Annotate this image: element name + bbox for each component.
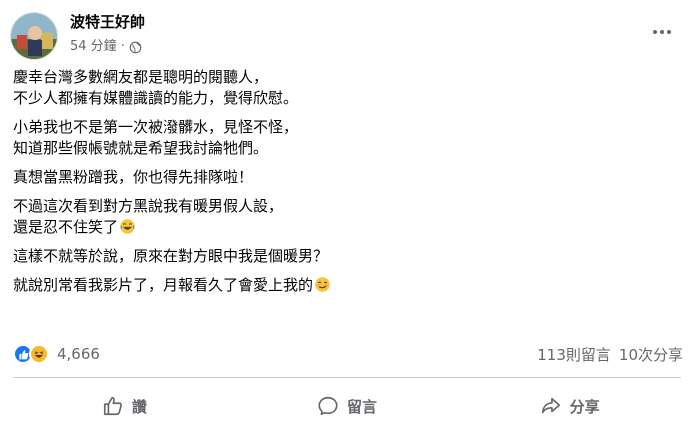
paragraph: 不過這次看到對方黑說我有暖男假人設， 還是忍不住笑了 [13, 196, 673, 238]
paragraph: 就說別常看我影片了，月報看久了會愛上我的 [13, 275, 673, 296]
comment-count[interactable]: 113則留言 [537, 344, 611, 365]
text-line: 小弟我也不是第一次被潑髒水，見怪不怪， [13, 118, 299, 136]
like-label: 讚 [131, 397, 147, 416]
share-button[interactable]: 分享 [458, 386, 681, 426]
tears-of-joy-emoji-icon [120, 219, 135, 234]
comment-label: 留言 [347, 397, 378, 416]
text-line: 這樣不就等於說，原來在對方眼中我是個暖男？ [13, 247, 329, 265]
text-line: 還是忍不住笑了 [13, 218, 119, 236]
text-line: 不少人都擁有媒體識讀的能力，覺得欣慰。 [13, 89, 299, 107]
comment-bubble-icon [318, 396, 338, 416]
more-dot-icon [660, 30, 664, 34]
text-line: 真想當黑粉蹭我，你也得先排隊啦！ [13, 168, 254, 186]
post-action-bar: 讚 留言 分享 [13, 386, 681, 426]
paragraph: 小弟我也不是第一次被潑髒水，見怪不怪， 知道那些假帳號就是希望我討論牠們。 [13, 117, 673, 159]
more-dot-icon [653, 30, 657, 34]
text-line-with-emoji: 就說別常看我影片了，月報看久了會愛上我的 [13, 275, 673, 296]
author-avatar[interactable] [10, 12, 58, 60]
haha-reaction-icon [29, 344, 49, 364]
paragraph: 真想當黑粉蹭我，你也得先排隊啦！ [13, 167, 673, 188]
share-label: 分享 [569, 397, 600, 416]
engagement-counts: 113則留言 10次分享 [537, 344, 683, 365]
text-line: 慶幸台灣多數網友都是聰明的閱聽人， [13, 68, 269, 86]
comment-button[interactable]: 留言 [236, 386, 459, 426]
post-text: 慶幸台灣多數網友都是聰明的閱聽人， 不少人都擁有媒體識讀的能力，覺得欣慰。 小弟… [13, 67, 673, 304]
share-count[interactable]: 10次分享 [619, 344, 683, 365]
reaction-summary[interactable]: 4,666 [13, 344, 100, 364]
globe-icon[interactable] [129, 41, 142, 54]
like-button[interactable]: 讚 [13, 386, 236, 426]
share-arrow-icon [541, 397, 560, 414]
text-line-with-emoji: 還是忍不住笑了 [13, 217, 673, 238]
more-options-button[interactable] [648, 22, 676, 42]
author-name[interactable]: 波特王好帥 [70, 12, 145, 32]
paragraph: 這樣不就等於說，原來在對方眼中我是個暖男？ [13, 246, 673, 267]
post-meta: 54 分鐘 · [70, 38, 142, 56]
paragraph: 慶幸台灣多數網友都是聰明的閱聽人， 不少人都擁有媒體識讀的能力，覺得欣慰。 [13, 67, 673, 109]
smirk-emoji-icon [315, 277, 330, 292]
meta-separator: · [120, 39, 125, 54]
text-line: 不過這次看到對方黑說我有暖男假人設， [13, 197, 284, 215]
facebook-post: 波特王好帥 54 分鐘 · 慶幸台灣多數網友都是聰明的閱聽人， 不少人都擁有媒體… [0, 0, 694, 440]
post-stats: 4,666 113則留言 10次分享 [13, 343, 683, 365]
thumbs-up-icon [103, 396, 122, 416]
post-time[interactable]: 54 分鐘 [70, 38, 117, 56]
text-line: 就說別常看我影片了，月報看久了會愛上我的 [13, 276, 314, 294]
divider [13, 377, 681, 378]
reaction-count: 4,666 [57, 345, 100, 363]
more-dot-icon [667, 30, 671, 34]
text-line: 知道那些假帳號就是希望我討論牠們。 [13, 139, 269, 157]
